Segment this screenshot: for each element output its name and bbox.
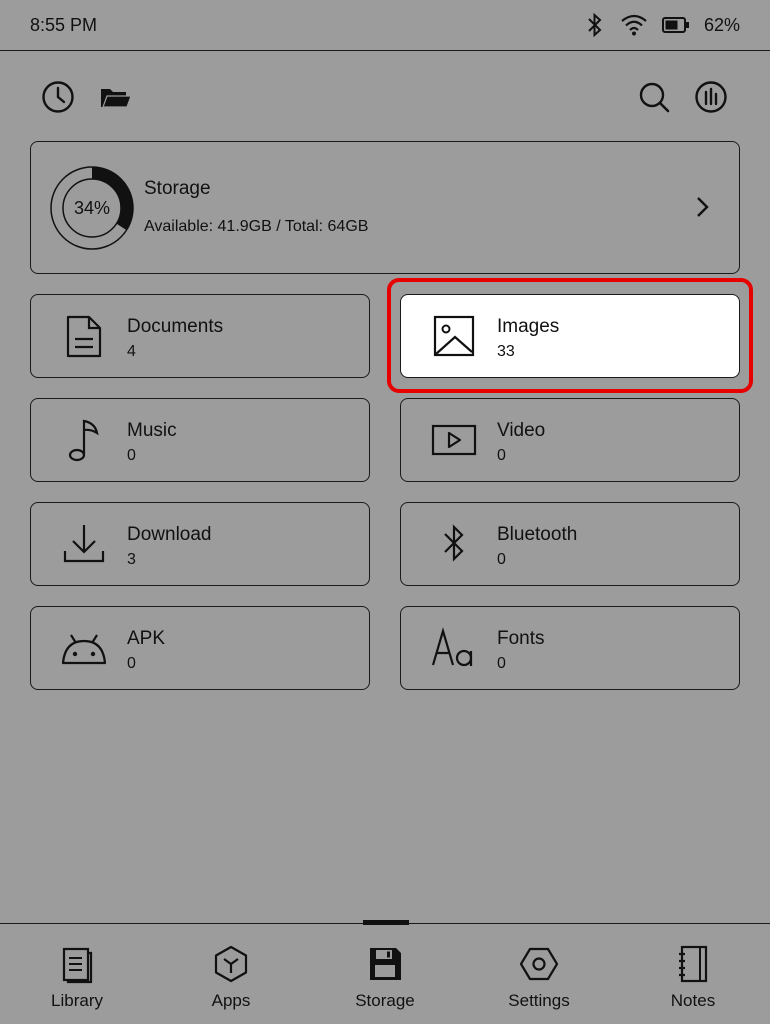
search-icon[interactable]: [637, 80, 671, 114]
wifi-icon: [621, 14, 647, 36]
storage-title: Storage: [144, 178, 211, 199]
tile-label: APK: [127, 628, 166, 649]
storage-stats-icon[interactable]: [694, 80, 728, 114]
android-icon: [61, 623, 107, 673]
tile-bluetooth[interactable]: Bluetooth 0: [400, 502, 740, 586]
tile-label: Images: [497, 316, 560, 337]
folder-icon[interactable]: [98, 80, 132, 114]
nav-notes[interactable]: Notes: [616, 924, 770, 1024]
tile-count: 4: [127, 343, 136, 360]
music-note-icon: [61, 415, 107, 465]
bluetooth-icon: [431, 519, 477, 569]
video-icon: [431, 415, 477, 465]
tile-count: 0: [127, 447, 136, 464]
tile-label: Download: [127, 524, 212, 545]
nav-label: Notes: [670, 991, 716, 1010]
tile-music[interactable]: Music 0: [30, 398, 370, 482]
tile-label: Documents: [127, 316, 224, 337]
nav-settings[interactable]: Settings: [462, 924, 616, 1024]
download-icon: [61, 519, 107, 569]
nav-label: Apps: [211, 991, 251, 1010]
storage-available: Available: 41.9GB / Total: 64GB: [144, 218, 369, 235]
tile-documents[interactable]: Documents 4: [30, 294, 370, 378]
library-icon: [57, 944, 97, 984]
notes-icon: [673, 944, 713, 984]
status-bar: 8:55 PM 62%: [0, 0, 770, 51]
tile-images[interactable]: Images 33: [400, 294, 740, 378]
tile-count: 0: [497, 551, 506, 568]
status-icons: 62%: [584, 12, 740, 38]
tile-video[interactable]: Video 0: [400, 398, 740, 482]
settings-icon: [519, 944, 559, 984]
tile-label: Fonts: [497, 628, 545, 649]
tile-count: 3: [127, 551, 136, 568]
nav-library[interactable]: Library: [0, 924, 154, 1024]
chevron-right-icon: [697, 197, 709, 217]
document-icon: [61, 311, 107, 361]
nav-storage[interactable]: Storage: [308, 924, 462, 1024]
tile-count: 0: [497, 655, 506, 672]
fonts-icon: [431, 623, 477, 673]
recent-clock-icon[interactable]: [41, 80, 75, 114]
tile-apk[interactable]: APK 0: [30, 606, 370, 690]
tile-label: Video: [497, 420, 546, 441]
nav-label: Storage: [355, 991, 415, 1010]
bluetooth-status-icon: [588, 12, 602, 38]
nav-label: Settings: [508, 991, 570, 1010]
tile-count: 0: [127, 655, 136, 672]
tile-count: 0: [497, 447, 506, 464]
storage-icon: [365, 944, 405, 984]
tile-label: Bluetooth: [497, 524, 578, 545]
nav-label: Library: [51, 991, 103, 1010]
battery-icon: [661, 17, 689, 33]
storage-summary-card[interactable]: 34% Storage Available: 41.9GB / Total: 6…: [30, 141, 740, 274]
status-time: 8:55 PM: [30, 15, 98, 35]
tile-download[interactable]: Download 3: [30, 502, 370, 586]
image-icon: [431, 311, 477, 361]
storage-percent: 34%: [73, 197, 111, 218]
apps-icon: [211, 944, 251, 984]
tile-count: 33: [497, 343, 515, 360]
nav-apps[interactable]: Apps: [154, 924, 308, 1024]
bottom-nav: Library Apps Storage Settings Notes: [0, 920, 770, 1024]
battery-percent: 62%: [703, 14, 740, 35]
tile-fonts[interactable]: Fonts 0: [400, 606, 740, 690]
tile-label: Music: [127, 420, 177, 441]
